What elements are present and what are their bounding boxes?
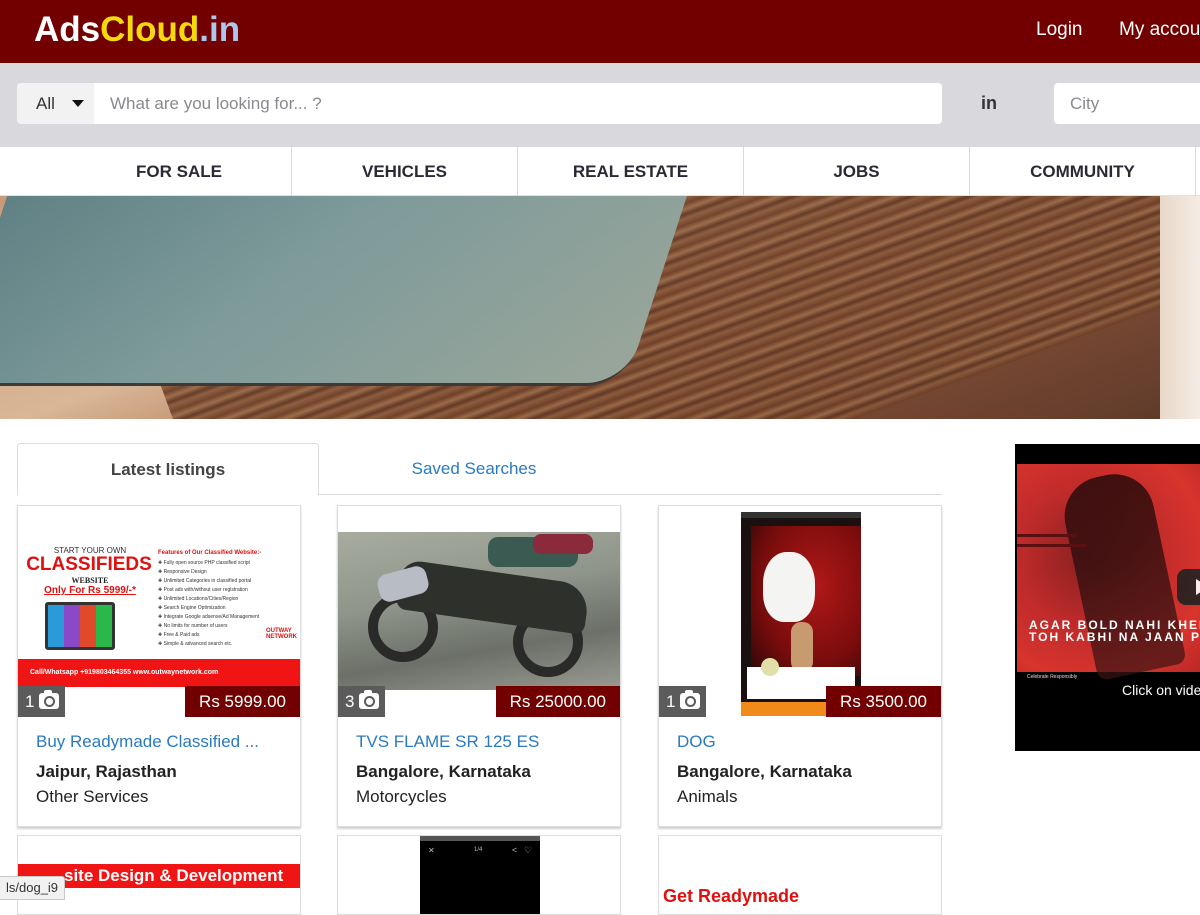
- listing-category: Other Services: [36, 787, 149, 806]
- listing-location: Bangalore, Karnataka: [356, 762, 531, 781]
- ad-devices-graphic: [45, 602, 115, 650]
- category-nav: FOR SALE VEHICLES REAL ESTATE JOBS COMMU…: [0, 147, 1200, 196]
- heart-icon: ♡: [524, 845, 533, 855]
- listing-card[interactable]: site Design & Development: [17, 835, 301, 915]
- photo-count: 1: [666, 692, 676, 711]
- ad-line4: Only For Rs 5999/-*: [44, 585, 136, 596]
- phone-status-bar: [741, 512, 861, 518]
- photo-count-badge: 3: [338, 686, 385, 717]
- listing-card[interactable]: 1 Rs 3500.00 DOG Bangalore, Karnataka An…: [658, 505, 942, 827]
- listing-card[interactable]: Get Readymade: [658, 835, 942, 915]
- photo-count: 3: [345, 692, 355, 711]
- camera-icon: [39, 690, 59, 709]
- video-cta-text[interactable]: Click on vide: [1122, 682, 1200, 698]
- listing-card[interactable]: START YOUR OWN CLASSIFIEDS WEBSITE Only …: [17, 505, 301, 827]
- ad-feature-item: ✚ Unlimited Locations/Cities/Region: [158, 596, 239, 602]
- caret-down-icon: [72, 100, 84, 107]
- camera-icon: [359, 690, 379, 709]
- video-overlay-text: AGAR BOLD NAHI KHEL TOH KABHI NA JAAN PA: [1029, 619, 1200, 643]
- ad-feature-item: ✚ Post ads with/without user registratio…: [158, 587, 248, 593]
- search-input[interactable]: [94, 83, 942, 124]
- video-figure-shape: [1057, 466, 1187, 682]
- ad-feature-item: ✚ Unlimited Categories in classified por…: [158, 578, 252, 584]
- in-label: in: [981, 93, 997, 113]
- price-badge: Rs 3500.00: [826, 686, 941, 717]
- nav-item-jobs[interactable]: JOBS: [744, 147, 970, 196]
- browser-status-url: ls/dog_i9: [0, 876, 66, 900]
- listing-tabs: Latest listings Saved Searches: [17, 443, 942, 496]
- logo-part-ads: Ads: [34, 10, 101, 49]
- railing-shape: [1017, 534, 1077, 537]
- tab-saved-searches[interactable]: Saved Searches: [319, 443, 629, 495]
- phone-status-bar: [420, 836, 540, 841]
- ad-feature-item: ✚ Search Engine Optimization: [158, 605, 226, 611]
- nav-item-community[interactable]: COMMUNITY: [970, 147, 1196, 196]
- city-input[interactable]: [1054, 83, 1200, 124]
- listing-image[interactable]: [659, 506, 941, 716]
- motorcycle-photo: [338, 532, 620, 690]
- ad-feature-item: ✚ No limits for number of users: [158, 623, 228, 629]
- video-small-text: Celebrate Responsibly: [1027, 674, 1078, 680]
- logo-part-cloud: Cloud: [100, 10, 200, 49]
- listing-location: Bangalore, Karnataka: [677, 762, 852, 781]
- video-frame: AGAR BOLD NAHI KHEL TOH KABHI NA JAAN PA…: [1017, 464, 1200, 682]
- ad-feature-item: ✚ Simple & advanced search etc.: [158, 641, 233, 647]
- nav-item-vehicles[interactable]: VEHICLES: [292, 147, 518, 196]
- ad-feature-item: ✚ Free & Paid ads: [158, 632, 200, 638]
- avatar: [761, 658, 779, 676]
- logo-part-tld: .in: [199, 10, 241, 49]
- top-bar: AdsCloud.in Login My account: [0, 0, 1200, 63]
- listing-card[interactable]: 3 Rs 25000.00 TVS FLAME SR 125 ES Bangal…: [337, 505, 621, 827]
- listing-image[interactable]: START YOUR OWN CLASSIFIEDS WEBSITE Only …: [18, 506, 300, 716]
- login-link[interactable]: Login: [1036, 19, 1083, 41]
- ad-feature-item: ✚ Fully open source PHP classified scrip…: [158, 560, 250, 566]
- image-counter: 1/4: [474, 847, 483, 853]
- listing-category: Animals: [677, 787, 738, 806]
- puppy-shape: [763, 552, 815, 622]
- listing-image: ✕ 1/4 < ♡: [420, 836, 540, 914]
- price-badge: Rs 5999.00: [185, 686, 300, 717]
- photo-count: 1: [25, 692, 35, 711]
- listing-image[interactable]: [338, 506, 620, 716]
- camera-icon: [680, 690, 700, 709]
- nav-item-real-estate[interactable]: REAL ESTATE: [518, 147, 744, 196]
- price-badge: Rs 25000.00: [495, 686, 620, 717]
- listing-location: Jaipur, Rajasthan: [36, 762, 177, 781]
- play-icon[interactable]: [1177, 569, 1200, 605]
- hero-glass-shape: [1160, 196, 1200, 419]
- ad-line3: WEBSITE: [71, 576, 109, 585]
- ad-feature-item: ✚ Responsive Design: [158, 569, 207, 575]
- hero-tablet-shape: [0, 196, 700, 386]
- share-icon: <: [512, 845, 518, 855]
- ad-brand: OUTWAY NETWORK: [266, 628, 297, 640]
- railing-shape: [1017, 544, 1087, 547]
- my-account-link[interactable]: My account: [1119, 19, 1200, 41]
- site-logo[interactable]: AdsCloud.in: [34, 10, 240, 50]
- category-selected-value: All: [36, 94, 55, 113]
- ad-contact-strip: Call/Whatsapp +919803464355 www.outwayne…: [18, 659, 300, 687]
- photo-count-badge: 1: [659, 686, 706, 717]
- hero-banner-image: [0, 196, 1200, 419]
- category-select[interactable]: All: [17, 83, 94, 124]
- listing-image-text: Get Readymade: [663, 886, 800, 906]
- listing-title-link[interactable]: Buy Readymade Classified ...: [36, 732, 286, 752]
- scooter-shape: [533, 534, 593, 554]
- close-icon: ✕: [428, 846, 435, 855]
- search-bar: All in: [0, 63, 1200, 147]
- listing-title-link[interactable]: TVS FLAME SR 125 ES: [356, 732, 606, 752]
- ad-features-list: ✚ Fully open source PHP classified scrip…: [158, 559, 259, 649]
- ad-feature-item: ✚ Integrate Google adsense/Ad Management: [158, 614, 260, 620]
- listing-category: Motorcycles: [356, 787, 447, 806]
- tab-latest-listings[interactable]: Latest listings: [17, 443, 319, 496]
- listing-card[interactable]: ✕ 1/4 < ♡: [337, 835, 621, 915]
- listing-title-link[interactable]: DOG: [677, 732, 927, 752]
- video-overlay-line2: TOH KABHI NA JAAN PA: [1029, 630, 1200, 644]
- nav-item-for-sale[interactable]: FOR SALE: [67, 147, 292, 196]
- photo-count-badge: 1: [18, 686, 65, 717]
- ad-features-title: Features of Our Classified Website:-: [158, 550, 262, 556]
- hand-shape: [791, 622, 813, 672]
- ad-line2: CLASSIFIEDS: [26, 554, 152, 575]
- video-ad[interactable]: AGAR BOLD NAHI KHEL TOH KABHI NA JAAN PA…: [1015, 444, 1200, 751]
